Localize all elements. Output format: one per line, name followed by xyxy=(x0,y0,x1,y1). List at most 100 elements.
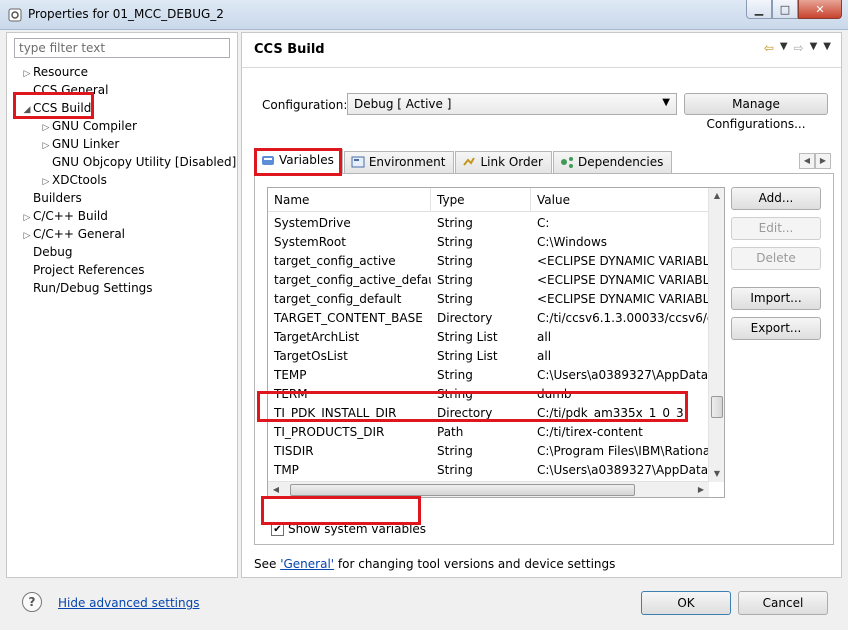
tab-scroll-left-icon[interactable]: ◀ xyxy=(799,153,815,169)
table-row[interactable]: SystemRoot String C:\Windows xyxy=(268,233,709,252)
cell-type: String xyxy=(437,292,473,306)
filter-input[interactable]: type filter text xyxy=(14,38,230,58)
close-button[interactable]: ✕ xyxy=(798,0,842,19)
general-link[interactable]: 'General' xyxy=(280,557,334,571)
cell-name: target_config_active_default xyxy=(274,273,431,287)
view-menu-icon[interactable]: ▼ xyxy=(823,41,831,55)
manage-configurations-button[interactable]: Manage Configurations... xyxy=(684,93,828,131)
scroll-down-icon[interactable]: ▼ xyxy=(709,466,724,482)
cell-value: all xyxy=(537,330,552,344)
column-header-value[interactable]: Value xyxy=(531,188,709,212)
table-row[interactable]: TargetOsList String List all xyxy=(268,347,709,366)
tree-item-resource[interactable]: ▷ Resource xyxy=(21,63,89,83)
table-vertical-scrollbar[interactable]: ▲ ▼ xyxy=(708,188,724,482)
tree-item-cpp-build[interactable]: ▷ C/C++ Build xyxy=(21,207,108,225)
tab-label: Environment xyxy=(368,155,446,169)
show-system-variables-row[interactable]: ✔ Show system variables xyxy=(271,522,426,536)
tree-item-builders[interactable]: Builders xyxy=(33,189,82,207)
edit-button[interactable]: Edit... xyxy=(731,217,821,240)
help-icon[interactable]: ? xyxy=(22,592,42,612)
table-row[interactable]: target_config_default String <ECLIPSE DYNA… xyxy=(268,290,709,309)
tab-environment[interactable]: Environment xyxy=(343,151,455,173)
ok-button[interactable]: OK xyxy=(641,591,731,615)
tree-item-debug[interactable]: Debug xyxy=(33,243,72,261)
tree-item-project-references[interactable]: Project References xyxy=(33,261,145,279)
tree-item-xdctools[interactable]: ▷ XDCtools xyxy=(40,171,107,189)
table-row[interactable]: TEMP String C:\Users\a0389327\AppData\Loca… xyxy=(268,366,709,385)
table-horizontal-scrollbar[interactable]: ◀ ▶ xyxy=(268,481,709,497)
variables-panel: Name Type Value SystemDrive String C: Syst… xyxy=(254,173,834,545)
scroll-left-icon[interactable]: ◀ xyxy=(268,482,284,497)
cell-value: C:\Users\a0389327\AppData\Local\Temp xyxy=(537,463,709,477)
cancel-button[interactable]: Cancel xyxy=(738,591,828,615)
tab-variables[interactable]: Variables xyxy=(254,149,343,173)
page-title: CCS Build xyxy=(254,42,325,57)
column-header-name[interactable]: Name xyxy=(268,188,431,212)
cell-type: String List xyxy=(437,330,498,344)
tab-bar: Variables Environment Link Order Depende… xyxy=(254,149,673,173)
add-button[interactable]: Add... xyxy=(731,187,821,210)
footer-prefix: See xyxy=(254,557,281,571)
table-row[interactable]: TMP String C:\Users\a0389327\AppData\Local… xyxy=(268,461,709,480)
table-row[interactable]: TargetArchList String List all xyxy=(268,328,709,347)
cell-type: String List xyxy=(437,349,498,363)
forward-menu-icon[interactable]: ▼ xyxy=(810,41,818,55)
scroll-thumb[interactable] xyxy=(290,484,635,496)
scroll-up-icon[interactable]: ▲ xyxy=(709,188,724,204)
table-row[interactable]: TI_PDK_INSTALL_DIR Directory C:/ti/pdk_am3… xyxy=(268,404,709,423)
cell-type: Directory xyxy=(437,311,493,325)
tab-dependencies[interactable]: Dependencies xyxy=(552,151,673,173)
tree-item-cpp-general[interactable]: ▷ C/C++ General xyxy=(21,225,125,243)
scroll-right-icon[interactable]: ▶ xyxy=(693,482,709,497)
tree-item-gnu-compiler[interactable]: ▷ GNU Compiler xyxy=(40,117,137,135)
tree-item-run-debug-settings[interactable]: Run/Debug Settings xyxy=(33,279,153,297)
tree-item-ccs-general[interactable]: CCS General xyxy=(33,81,108,99)
expand-arrow-icon[interactable]: ▷ xyxy=(21,65,33,83)
cell-value: dumb xyxy=(537,387,572,401)
minimize-icon: ▁ xyxy=(754,2,764,16)
hide-advanced-settings-link[interactable]: Hide advanced settings xyxy=(58,596,199,610)
forward-arrow-icon[interactable]: ⇨ xyxy=(794,41,804,55)
maximize-button[interactable]: □ xyxy=(772,0,798,19)
cell-type: String xyxy=(437,368,473,382)
table-row[interactable]: target_config_active_default String <ECLIP… xyxy=(268,271,709,290)
table-row[interactable]: TERM String dumb xyxy=(268,385,709,404)
minimize-button[interactable]: ▁ xyxy=(746,0,772,19)
expand-arrow-icon[interactable]: ▷ xyxy=(21,227,33,245)
cell-type: String xyxy=(437,273,473,287)
delete-button[interactable]: Delete xyxy=(731,247,821,270)
tree-item-label: C/C++ Build xyxy=(33,209,108,223)
import-button[interactable]: Import... xyxy=(731,287,821,310)
table-row[interactable]: TI_PRODUCTS_DIR Path C:/ti/tirex-content xyxy=(268,423,709,442)
tree-item-gnu-linker[interactable]: ▷ GNU Linker xyxy=(40,135,120,155)
tree-item-label: Resource xyxy=(33,65,89,79)
tree-item-gnu-objcopy[interactable]: GNU Objcopy Utility [Disabled] xyxy=(52,153,236,171)
footer-note: See 'General' for changing tool versions… xyxy=(254,557,615,571)
table-row[interactable]: SystemDrive String C: xyxy=(268,214,709,233)
tab-label: Link Order xyxy=(480,155,543,169)
export-button[interactable]: Export... xyxy=(731,317,821,340)
configuration-select[interactable]: Debug [ Active ] ▼ xyxy=(347,93,677,115)
cell-value: C:\Users\a0389327\AppData\Local\Temp xyxy=(537,368,709,382)
left-navigation-pane: type filter text ▷ Resource CCS General ◢… xyxy=(6,32,238,578)
table-row[interactable]: target_config_active String <ECLIPSE DYNAM… xyxy=(268,252,709,271)
tree-item-label: XDCtools xyxy=(52,173,107,187)
window-controls: ▁ □ ✕ xyxy=(746,0,842,20)
expand-arrow-icon[interactable]: ▷ xyxy=(40,137,52,155)
tree-item-ccs-build[interactable]: ◢ CCS Build xyxy=(21,99,92,119)
tab-scroll-right-icon[interactable]: ▶ xyxy=(815,153,831,169)
table-row[interactable]: TISDIR String C:\Program Files\IBM\Rationa… xyxy=(268,442,709,461)
cell-name: target_config_active xyxy=(274,254,396,268)
column-header-type[interactable]: Type xyxy=(431,188,531,212)
link-order-icon xyxy=(463,157,476,166)
back-menu-icon[interactable]: ▼ xyxy=(780,41,788,55)
cell-name: TI_PDK_INSTALL_DIR xyxy=(274,406,397,420)
show-system-variables-checkbox[interactable]: ✔ xyxy=(271,522,284,536)
tab-label: Variables xyxy=(279,153,334,167)
table-row[interactable]: TARGET_CONTENT_BASE Directory C:/ti/ccsv6.… xyxy=(268,309,709,328)
scroll-thumb[interactable] xyxy=(711,396,723,418)
tab-link-order[interactable]: Link Order xyxy=(455,151,552,173)
collapse-arrow-icon[interactable]: ◢ xyxy=(21,101,33,119)
back-arrow-icon[interactable]: ⇦ xyxy=(764,41,774,55)
tree-item-label: Debug xyxy=(33,245,73,259)
